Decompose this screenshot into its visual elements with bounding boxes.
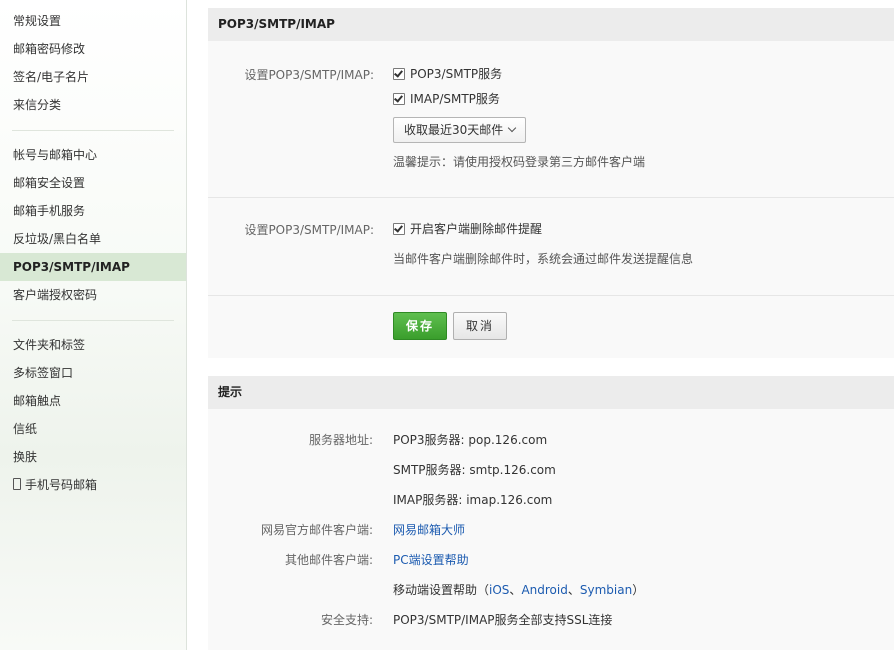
service-settings-label: 设置POP3/SMTP/IMAP: [244, 68, 374, 82]
smtp-server-row: SMTP服务器: smtp.126.com [208, 460, 894, 480]
delete-reminder-checkbox[interactable] [393, 223, 405, 235]
delete-reminder-options: 开启客户端删除邮件提醒 当邮件客户端删除邮件时，系统会通过邮件发送提醒信息 [393, 217, 693, 267]
pop3-server: POP3服务器: pop.126.com [393, 433, 548, 447]
pop3-smtp-checkbox[interactable] [393, 68, 405, 80]
imap-smtp-checkbox[interactable] [393, 93, 405, 105]
auth-code-hint: 温馨提示：请使用授权码登录第三方邮件客户端 [393, 155, 646, 169]
security-row: 安全支持: POP3/SMTP/IMAP服务全部支持SSL连接 [208, 610, 894, 630]
pop3-smtp-label: POP3/SMTP服务 [410, 67, 503, 81]
fetch-select-wrap: 收取最近30天邮件 [393, 117, 645, 143]
sidebar-divider [12, 320, 174, 321]
sidebar-item-folders-tags[interactable]: 文件夹和标签 [0, 331, 186, 359]
server-address-row: 服务器地址: POP3服务器: pop.126.com [208, 430, 894, 450]
panel-title: POP3/SMTP/IMAP [208, 8, 894, 41]
section-divider [208, 197, 894, 198]
save-button[interactable]: 保存 [393, 312, 447, 340]
mobile-help-text: 移动端设置帮助（iOS、Android、Symbian） [393, 580, 644, 600]
security-label: 安全支持: [320, 613, 373, 627]
sidebar-item-mail-filter[interactable]: 来信分类 [0, 91, 186, 119]
server-address-label: 服务器地址: [308, 433, 373, 447]
sidebar-group-general: 常规设置 邮箱密码修改 签名/电子名片 来信分类 [0, 0, 186, 119]
delete-reminder-label: 设置POP3/SMTP/IMAP: [244, 223, 374, 237]
sidebar-item-label: 手机号码邮箱 [25, 478, 98, 492]
security-text: POP3/SMTP/IMAP服务全部支持SSL连接 [393, 613, 613, 627]
sidebar-item-signature[interactable]: 签名/电子名片 [0, 63, 186, 91]
sidebar-item-mail-touch[interactable]: 邮箱触点 [0, 387, 186, 415]
sidebar-item-password[interactable]: 邮箱密码修改 [0, 35, 186, 63]
delete-reminder-note: 当邮件客户端删除邮件时，系统会通过邮件发送提醒信息 [393, 252, 694, 266]
pc-help-value: PC端设置帮助 [393, 550, 469, 570]
sidebar-item-stationery[interactable]: 信纸 [0, 415, 186, 443]
separator: 、 [567, 583, 580, 597]
sidebar-item-auth-code[interactable]: 客户端授权密码 [0, 281, 186, 309]
mail-master-link[interactable]: 网易邮箱大师 [393, 523, 465, 537]
tips-title: 提示 [208, 376, 894, 409]
ios-help-link[interactable]: iOS [489, 583, 509, 597]
mobile-help-suffix: ） [632, 583, 645, 597]
sidebar-item-account-center[interactable]: 帐号与邮箱中心 [0, 141, 186, 169]
service-options: POP3/SMTP服务 IMAP/SMTP服务 收取最近30天邮件 温馨提示：请… [393, 62, 645, 170]
phone-icon [13, 478, 21, 490]
imap-server-row: IMAP服务器: imap.126.com [208, 490, 894, 510]
sidebar-item-antispam[interactable]: 反垃圾/黑白名单 [0, 225, 186, 253]
sidebar-item-mobile-service[interactable]: 邮箱手机服务 [0, 197, 186, 225]
pop3-smtp-option[interactable]: POP3/SMTP服务 [393, 62, 645, 87]
sidebar-item-general[interactable]: 常规设置 [0, 7, 186, 35]
pc-help-link[interactable]: PC端设置帮助 [393, 553, 469, 567]
sidebar-item-multi-tab[interactable]: 多标签窗口 [0, 359, 186, 387]
delete-reminder-option[interactable]: 开启客户端删除邮件提醒 [393, 217, 693, 242]
symbian-help-link[interactable]: Symbian [580, 583, 632, 597]
fetch-range-value: 收取最近30天邮件 [404, 123, 504, 137]
smtp-server: SMTP服务器: smtp.126.com [393, 463, 556, 477]
section-divider [208, 295, 894, 296]
tips-panel: 提示 服务器地址: POP3服务器: pop.126.com SMTP服务器: … [208, 376, 894, 650]
imap-server: IMAP服务器: imap.126.com [393, 493, 553, 507]
delete-reminder-text: 开启客户端删除邮件提醒 [410, 222, 543, 236]
separator: 、 [509, 583, 522, 597]
cancel-button[interactable]: 取消 [453, 312, 507, 340]
official-client-row: 网易官方邮件客户端: 网易邮箱大师 [208, 520, 894, 540]
official-client-label: 网易官方邮件客户端: [260, 523, 373, 537]
sidebar-group-misc: 文件夹和标签 多标签窗口 邮箱触点 信纸 换肤 手机号码邮箱 [0, 331, 186, 499]
sidebar-item-security[interactable]: 邮箱安全设置 [0, 169, 186, 197]
official-client-value: 网易邮箱大师 [393, 520, 465, 540]
imap-smtp-option[interactable]: IMAP/SMTP服务 [393, 87, 645, 112]
fetch-range-select[interactable]: 收取最近30天邮件 [393, 117, 527, 143]
android-help-link[interactable]: Android [521, 583, 567, 597]
sidebar-group-account: 帐号与邮箱中心 邮箱安全设置 邮箱手机服务 反垃圾/黑白名单 POP3/SMTP… [0, 141, 186, 309]
sidebar-divider [12, 130, 174, 131]
settings-sidebar: 常规设置 邮箱密码修改 签名/电子名片 来信分类 帐号与邮箱中心 邮箱安全设置 … [0, 0, 187, 650]
settings-panel: POP3/SMTP/IMAP 设置POP3/SMTP/IMAP: POP3/SM… [208, 8, 894, 358]
sidebar-item-skin[interactable]: 换肤 [0, 443, 186, 471]
other-client-label: 其他邮件客户端: [284, 553, 373, 567]
imap-smtp-label: IMAP/SMTP服务 [410, 92, 500, 106]
chevron-down-icon [508, 123, 517, 133]
other-client-row: 其他邮件客户端: PC端设置帮助 [208, 550, 894, 570]
sidebar-item-phone-mailbox[interactable]: 手机号码邮箱 [0, 471, 186, 499]
sidebar-item-pop3-smtp-imap[interactable]: POP3/SMTP/IMAP [0, 253, 186, 281]
mobile-help-prefix: 移动端设置帮助（ [393, 583, 490, 597]
mobile-help-row: 移动端设置帮助（iOS、Android、Symbian） [208, 580, 894, 600]
